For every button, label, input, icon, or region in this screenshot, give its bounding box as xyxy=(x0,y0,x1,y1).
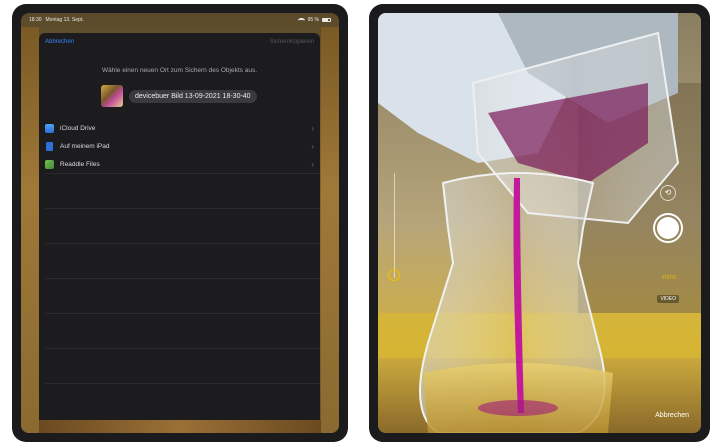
save-to-location-sheet: Abbrechen Sichern Kopieren Wähle einen n… xyxy=(39,33,320,424)
battery-percent: 95 % xyxy=(307,17,319,23)
location-list: iCloud Drive › Auf meinem iPad › Readdle… xyxy=(39,119,320,173)
divider xyxy=(45,348,320,349)
camera-screen: ⟲ FOTO VIDEO Abbrechen xyxy=(378,13,701,433)
divider xyxy=(45,173,320,174)
left-ipad-screen: 18:30 Montag 13. Sept. 95 % Abbrechen Si… xyxy=(21,13,339,433)
file-preview: devicebuer Bild 13-09-2021 18-30-40 xyxy=(101,85,257,107)
ipad-icon xyxy=(46,141,53,151)
divider xyxy=(45,243,320,244)
chevron-right-icon: › xyxy=(311,159,314,169)
sheet-prompt: Wähle einen neuen Ort zum Sichern des Ob… xyxy=(102,67,257,74)
zoom-handle[interactable] xyxy=(388,269,400,281)
readdle-icon xyxy=(45,159,54,169)
status-time: 18:30 xyxy=(29,17,42,23)
location-readdle-files[interactable]: Readdle Files › xyxy=(39,155,320,173)
divider xyxy=(45,383,320,384)
background-photo-left-edge xyxy=(21,27,39,433)
camera-cancel-button[interactable]: Abbrechen xyxy=(655,412,689,419)
background-photo-right-edge xyxy=(321,27,339,433)
divider xyxy=(45,278,320,279)
save-button[interactable]: Sichern xyxy=(270,39,290,45)
icloud-icon xyxy=(45,123,54,133)
divider xyxy=(45,313,320,314)
zoom-slider[interactable] xyxy=(394,173,395,278)
cancel-button[interactable]: Abbrechen xyxy=(45,39,74,45)
switch-camera-button[interactable]: ⟲ xyxy=(660,185,676,201)
chevron-right-icon: › xyxy=(311,123,314,133)
wifi-icon xyxy=(297,17,305,23)
background-photo-bottom xyxy=(39,420,321,433)
divider xyxy=(45,208,320,209)
shutter-button[interactable] xyxy=(653,213,683,243)
left-ipad-device: 18:30 Montag 13. Sept. 95 % Abbrechen Si… xyxy=(12,4,348,442)
location-label: Readdle Files xyxy=(60,160,100,168)
right-ipad-device: ⟲ FOTO VIDEO Abbrechen xyxy=(369,4,710,442)
camera-rotate-icon: ⟲ xyxy=(664,188,672,197)
battery-icon xyxy=(322,18,331,22)
file-name[interactable]: devicebuer Bild 13-09-2021 18-30-40 xyxy=(129,89,257,103)
location-icloud-drive[interactable]: iCloud Drive › xyxy=(39,119,320,137)
status-bar: 18:30 Montag 13. Sept. 95 % xyxy=(21,13,339,27)
copy-button[interactable]: Kopieren xyxy=(290,39,314,45)
file-thumbnail xyxy=(101,85,123,107)
status-date: Montag 13. Sept. xyxy=(45,17,84,23)
mode-video[interactable]: VIDEO xyxy=(657,295,679,303)
mode-photo[interactable]: FOTO xyxy=(662,275,676,281)
location-on-my-ipad[interactable]: Auf meinem iPad › xyxy=(39,137,320,155)
chevron-right-icon: › xyxy=(311,141,314,151)
location-label: Auf meinem iPad xyxy=(60,142,110,150)
location-label: iCloud Drive xyxy=(60,124,96,132)
